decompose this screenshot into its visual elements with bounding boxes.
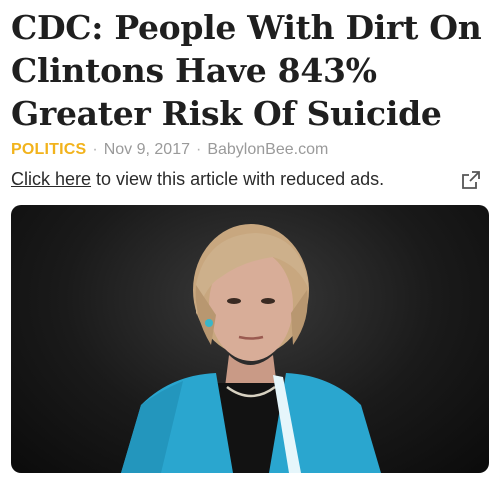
category-label[interactable]: POLITICS	[11, 141, 86, 159]
reduced-ads-notice: Click here to view this article with red…	[11, 169, 481, 190]
article-meta: POLITICS · Nov 9, 2017 · BabylonBee.com	[11, 141, 328, 159]
article-hero-image[interactable]	[11, 205, 489, 473]
meta-separator: ·	[92, 141, 98, 158]
reduced-ads-text: to view this article with reduced ads.	[96, 169, 385, 189]
article-headline: CDC: People With Dirt On Clintons Have 8…	[11, 8, 482, 133]
reduced-ads-link[interactable]: Click here	[11, 169, 91, 190]
external-link-icon[interactable]	[461, 170, 481, 190]
article-date: Nov 9, 2017	[103, 141, 190, 158]
meta-separator: ·	[196, 141, 202, 158]
article-source: BabylonBee.com	[207, 141, 329, 158]
